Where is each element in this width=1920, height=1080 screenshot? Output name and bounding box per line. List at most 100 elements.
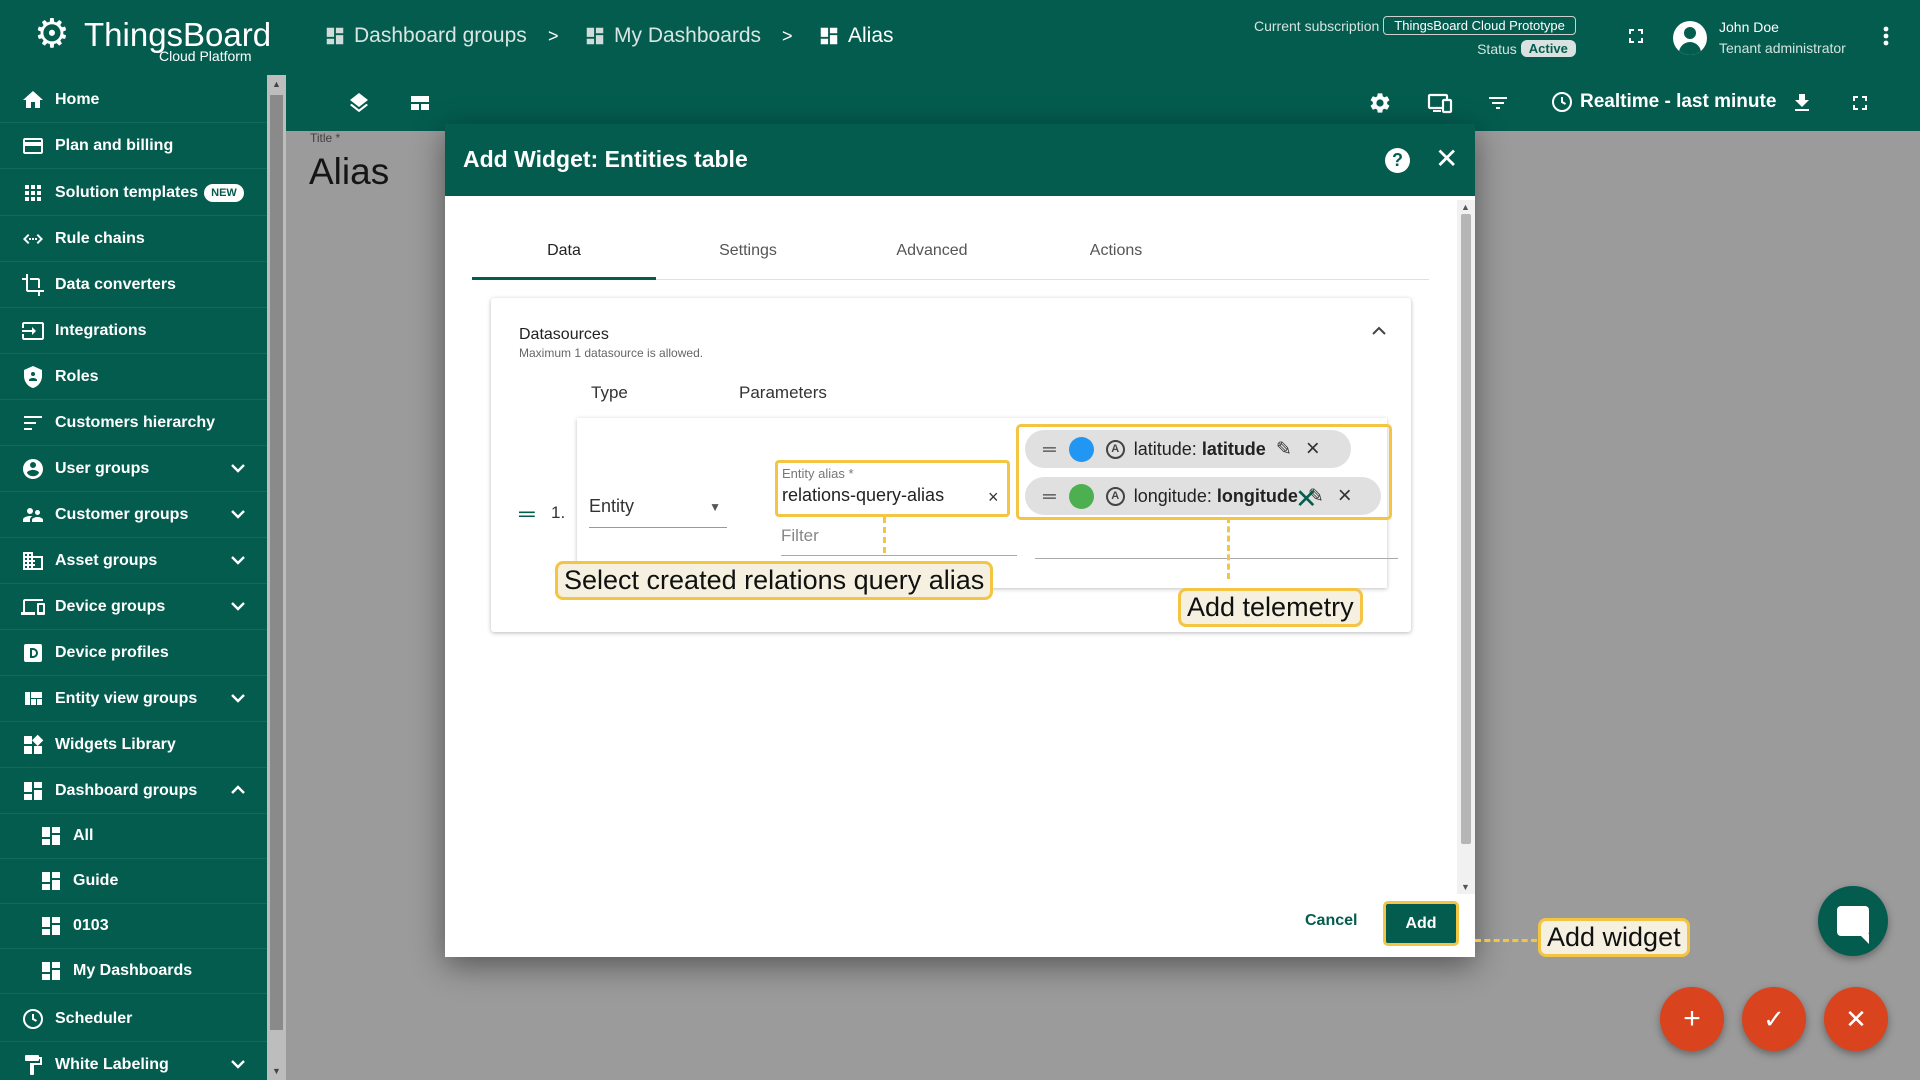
- sidebar-item-label: 0103: [73, 916, 109, 934]
- subscription-label: Current subscription: [1254, 17, 1380, 34]
- add-button[interactable]: Add: [1383, 901, 1459, 946]
- tab-settings[interactable]: Settings: [656, 242, 840, 260]
- layers-icon[interactable]: [345, 89, 373, 117]
- scroll-up-icon[interactable]: ▲: [272, 79, 281, 89]
- sidebar-item-asset-groups[interactable]: Asset groups: [0, 538, 267, 584]
- sidebar: ⚙ ThingsBoard Cloud Platform Home Plan an…: [0, 0, 286, 1080]
- cancel-button[interactable]: Cancel: [1305, 912, 1357, 930]
- sidebar-item-device-profiles[interactable]: Device profiles: [0, 630, 267, 676]
- clear-icon[interactable]: ×: [988, 487, 999, 508]
- sidebar-item-rule-chains[interactable]: Rule chains: [0, 216, 267, 262]
- tab-data[interactable]: Data: [472, 242, 656, 260]
- sidebar-item-solution-templates[interactable]: Solution templates NEW: [0, 170, 267, 216]
- entity-alias-field[interactable]: Entity alias * relations-query-alias ×: [775, 460, 1010, 517]
- decline-changes-fab[interactable]: ✕: [1824, 987, 1888, 1051]
- breadcrumb-label: Dashboard groups: [354, 24, 527, 47]
- type-select-value: Entity: [589, 496, 635, 516]
- sidebar-item-all[interactable]: All: [0, 813, 267, 859]
- layout-icon[interactable]: [406, 89, 434, 117]
- sidebar-item-label: Integrations: [55, 321, 147, 339]
- sidebar-item-scheduler[interactable]: Scheduler: [0, 996, 267, 1042]
- sidebar-item-label: Entity view groups: [55, 689, 198, 707]
- account-icon: [20, 457, 46, 481]
- fullscreen-icon[interactable]: [1624, 24, 1648, 53]
- sidebar-item-label: Device profiles: [55, 643, 169, 661]
- chevron-down-icon[interactable]: [223, 507, 253, 523]
- sidebar-item-home[interactable]: Home: [0, 77, 267, 123]
- sidebar-item-entity-view-groups[interactable]: Entity view groups: [0, 676, 267, 722]
- sidebar-item-white-labeling[interactable]: White Labeling: [0, 1042, 267, 1080]
- sidebar-item-guide[interactable]: Guide: [0, 858, 267, 904]
- dropdown-arrow-icon: ▼: [709, 500, 721, 514]
- filter-placeholder: Filter: [781, 526, 819, 545]
- status-badge: Active: [1520, 40, 1576, 57]
- sidebar-item-label: Customer groups: [55, 505, 189, 523]
- tab-advanced[interactable]: Advanced: [840, 242, 1024, 260]
- subscription-chip[interactable]: ThingsBoard Cloud Prototype: [1383, 16, 1576, 35]
- chevron-down-icon[interactable]: [223, 553, 253, 569]
- scroll-down-icon[interactable]: ▼: [272, 1066, 281, 1076]
- sidebar-item-label: Asset groups: [55, 551, 158, 569]
- dashboard-icon: [38, 914, 64, 938]
- chevron-down-icon[interactable]: [223, 461, 253, 477]
- logo[interactable]: ⚙ ThingsBoard Cloud Platform: [0, 0, 286, 75]
- top-bar: Dashboard groups > My Dashboards > Alias…: [286, 0, 1920, 75]
- dashboard-icon: [820, 27, 838, 45]
- sidebar-item-dashboard-groups[interactable]: Dashboard groups: [0, 768, 267, 814]
- chevron-down-icon[interactable]: [223, 691, 253, 707]
- sidebar-scrollbar[interactable]: ▲ ▼: [267, 75, 286, 1080]
- settings-gear-icon[interactable]: [1366, 89, 1394, 117]
- close-icon[interactable]: ✕: [1435, 144, 1458, 174]
- sidebar-item-customer-groups[interactable]: Customer groups: [0, 492, 267, 538]
- chevron-up-icon[interactable]: [223, 783, 253, 799]
- sidebar-item-device-groups[interactable]: Device groups: [0, 584, 267, 630]
- chevron-down-icon[interactable]: [223, 599, 253, 615]
- dialog-scrollbar[interactable]: ▲ ▼: [1457, 200, 1475, 894]
- drag-handle-icon[interactable]: ═: [519, 503, 535, 525]
- apply-changes-fab[interactable]: ✓: [1742, 987, 1806, 1051]
- remove-datasource-icon[interactable]: ✕: [1295, 484, 1318, 515]
- help-icon[interactable]: ?: [1385, 148, 1410, 173]
- sidebar-item-user-groups[interactable]: User groups: [0, 446, 267, 492]
- download-icon[interactable]: [1788, 89, 1816, 117]
- integrations-icon: [20, 319, 46, 343]
- sidebar-item-label: Customers hierarchy: [55, 413, 216, 431]
- user-menu[interactable]: John Doe Tenant administrator: [1673, 17, 1846, 59]
- entity-alias-label: Entity alias *: [782, 466, 854, 481]
- more-vert-icon[interactable]: [1880, 24, 1892, 53]
- add-widget-fab[interactable]: +: [1660, 987, 1724, 1051]
- callout-connector: [1475, 939, 1537, 942]
- callout-select-alias: Select created relations query alias: [555, 561, 994, 600]
- chevron-down-icon[interactable]: [223, 1057, 253, 1073]
- fullscreen-icon[interactable]: [1846, 89, 1874, 117]
- sidebar-item-integrations[interactable]: Integrations: [0, 308, 267, 354]
- callout-add-widget: Add widget: [1538, 918, 1690, 957]
- scroll-up-icon[interactable]: ▲: [1461, 202, 1470, 212]
- scroll-down-icon[interactable]: ▼: [1461, 882, 1470, 892]
- breadcrumb-dashboard-groups[interactable]: Dashboard groups: [324, 24, 527, 48]
- sidebar-item-widgets-library[interactable]: Widgets Library: [0, 722, 267, 768]
- sidebar-item-roles[interactable]: Roles: [0, 354, 267, 400]
- scroll-thumb[interactable]: [1461, 214, 1471, 844]
- chat-button[interactable]: [1818, 886, 1888, 956]
- tab-actions[interactable]: Actions: [1024, 242, 1208, 260]
- timewindow-button[interactable]: Realtime - last minute: [1550, 90, 1776, 114]
- sidebar-item-my-dashboards[interactable]: My Dashboards: [0, 948, 267, 994]
- sidebar-item-plan-and-billing[interactable]: Plan and billing: [0, 123, 267, 169]
- sidebar-item-label: User groups: [55, 459, 150, 477]
- sidebar-item-0103[interactable]: 0103: [0, 903, 267, 949]
- chevron-up-icon[interactable]: [1371, 324, 1387, 342]
- chat-icon: [1837, 906, 1869, 944]
- filter-icon[interactable]: [1484, 89, 1512, 117]
- column-header-parameters: Parameters: [739, 383, 827, 402]
- devices-icon[interactable]: [1426, 89, 1454, 117]
- filter-input[interactable]: Filter: [781, 526, 1017, 556]
- type-select[interactable]: Entity ▼: [589, 496, 727, 528]
- breadcrumb-separator: >: [782, 26, 793, 46]
- converter-icon: [20, 273, 46, 297]
- sidebar-item-customers-hierarchy[interactable]: Customers hierarchy: [0, 400, 267, 446]
- breadcrumb-my-dashboards[interactable]: My Dashboards: [584, 24, 761, 48]
- sidebar-item-label: Widgets Library: [55, 735, 176, 753]
- sidebar-item-data-converters[interactable]: Data converters: [0, 262, 267, 308]
- scroll-thumb[interactable]: [270, 95, 283, 1030]
